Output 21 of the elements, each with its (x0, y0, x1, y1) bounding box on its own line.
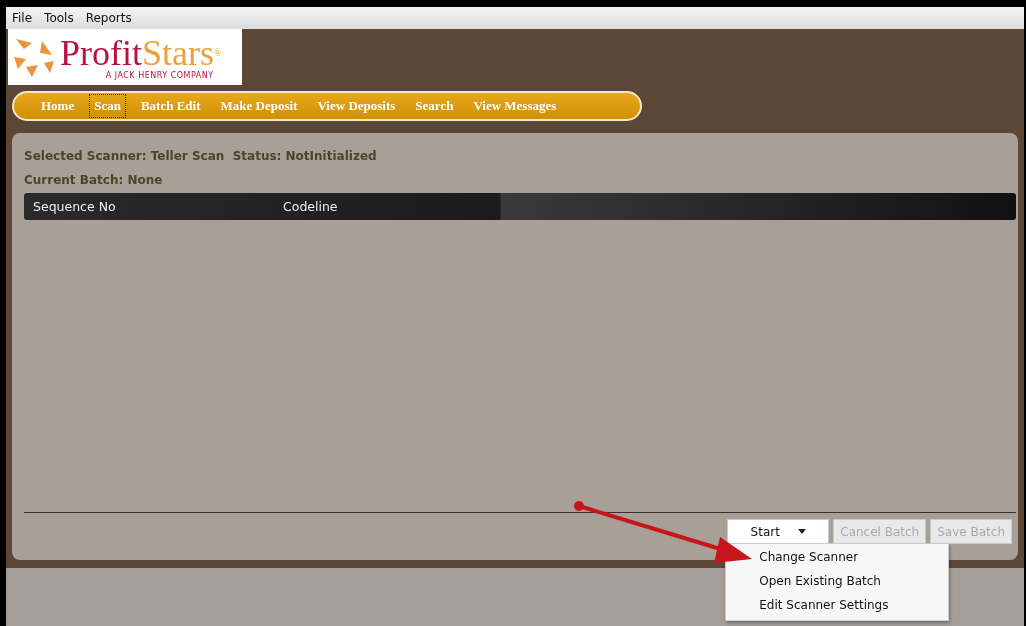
start-dropdown[interactable]: Start (727, 519, 830, 544)
nav-tab[interactable]: View Deposits (312, 94, 401, 118)
menu-item[interactable]: Open Existing Batch (759, 570, 881, 594)
nav-tab[interactable]: Make Deposit (215, 94, 303, 118)
tagline: A JACK HENRY COMPANY (105, 70, 214, 80)
nav-tab[interactable]: Search (410, 94, 459, 118)
nav-tab[interactable]: Scan (89, 94, 126, 118)
menu-item[interactable]: Edit Scanner Settings (759, 594, 889, 618)
nav-tab[interactable]: View Messages (468, 94, 562, 118)
menu-item[interactable]: File (12, 11, 33, 25)
nav-tab[interactable]: Home (36, 94, 80, 118)
brand-name: ProfitStars$^{®}$ (60, 34, 222, 71)
status-text: Current Batch: None (24, 173, 164, 187)
menu-item[interactable]: Tools (44, 11, 74, 25)
caret-icon (797, 529, 806, 534)
nav-tab[interactable]: Batch Edit (135, 94, 206, 118)
menu-item[interactable]: Change Scanner (759, 546, 859, 570)
status-text: Selected Scanner: Teller Scan Status: NotInitialized (24, 149, 378, 163)
column-header: Sequence No (32, 199, 117, 214)
column-header: Codeline (283, 199, 338, 214)
menu-item[interactable]: Reports (85, 11, 132, 25)
